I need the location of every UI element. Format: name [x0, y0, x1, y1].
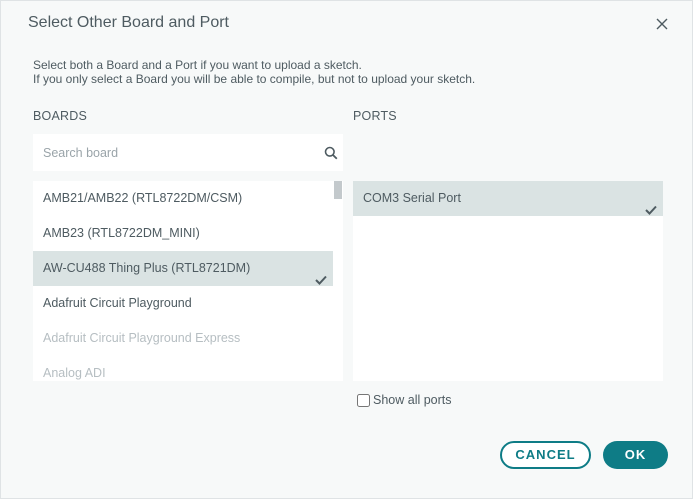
- board-item-selected[interactable]: AW-CU488 Thing Plus (RTL8721DM): [33, 251, 333, 286]
- board-item[interactable]: Analog ADI: [33, 356, 333, 381]
- select-board-port-dialog: Select Other Board and Port Select both …: [0, 0, 693, 499]
- boards-heading: BOARDS: [33, 109, 87, 123]
- board-search: [33, 134, 343, 171]
- dialog-description: Select both a Board and a Port if you wa…: [33, 58, 475, 86]
- board-list: AMB21/AMB22 (RTL8722DM/CSM) AMB23 (RTL87…: [33, 181, 343, 381]
- show-all-ports-checkbox[interactable]: [357, 393, 370, 407]
- board-item-label: Adafruit Circuit Playground: [43, 296, 192, 310]
- board-item[interactable]: AMB21/AMB22 (RTL8722DM/CSM): [33, 181, 333, 216]
- port-item-label: COM3 Serial Port: [363, 191, 461, 205]
- cancel-button[interactable]: CANCEL: [500, 441, 591, 469]
- show-all-ports-label: Show all ports: [373, 393, 452, 407]
- board-item[interactable]: Adafruit Circuit Playground: [33, 286, 333, 321]
- board-item-label: AMB23 (RTL8722DM_MINI): [43, 226, 200, 240]
- board-item-label: AMB21/AMB22 (RTL8722DM/CSM): [43, 191, 243, 205]
- checkmark-icon: [645, 194, 657, 215]
- board-item-label: Analog ADI: [43, 366, 106, 380]
- port-list: COM3 Serial Port: [353, 181, 663, 381]
- search-icon[interactable]: [324, 146, 338, 160]
- show-all-ports[interactable]: Show all ports: [357, 393, 452, 407]
- description-line-2: If you only select a Board you will be a…: [33, 72, 476, 86]
- close-icon[interactable]: [652, 14, 672, 34]
- description-line-1: Select both a Board and a Port if you wa…: [33, 58, 362, 72]
- board-list-scrollbar[interactable]: [333, 181, 343, 381]
- dialog-title: Select Other Board and Port: [28, 14, 229, 31]
- scrollbar-thumb[interactable]: [334, 181, 342, 199]
- board-item[interactable]: Adafruit Circuit Playground Express: [33, 321, 333, 356]
- ports-heading: PORTS: [353, 109, 397, 123]
- board-item[interactable]: AMB23 (RTL8722DM_MINI): [33, 216, 333, 251]
- board-item-label: AW-CU488 Thing Plus (RTL8721DM): [43, 261, 251, 275]
- search-board-input[interactable]: [33, 134, 313, 171]
- port-item-selected[interactable]: COM3 Serial Port: [353, 181, 663, 216]
- board-item-label: Adafruit Circuit Playground Express: [43, 331, 241, 345]
- ok-button[interactable]: OK: [603, 441, 668, 469]
- checkmark-icon: [315, 264, 327, 285]
